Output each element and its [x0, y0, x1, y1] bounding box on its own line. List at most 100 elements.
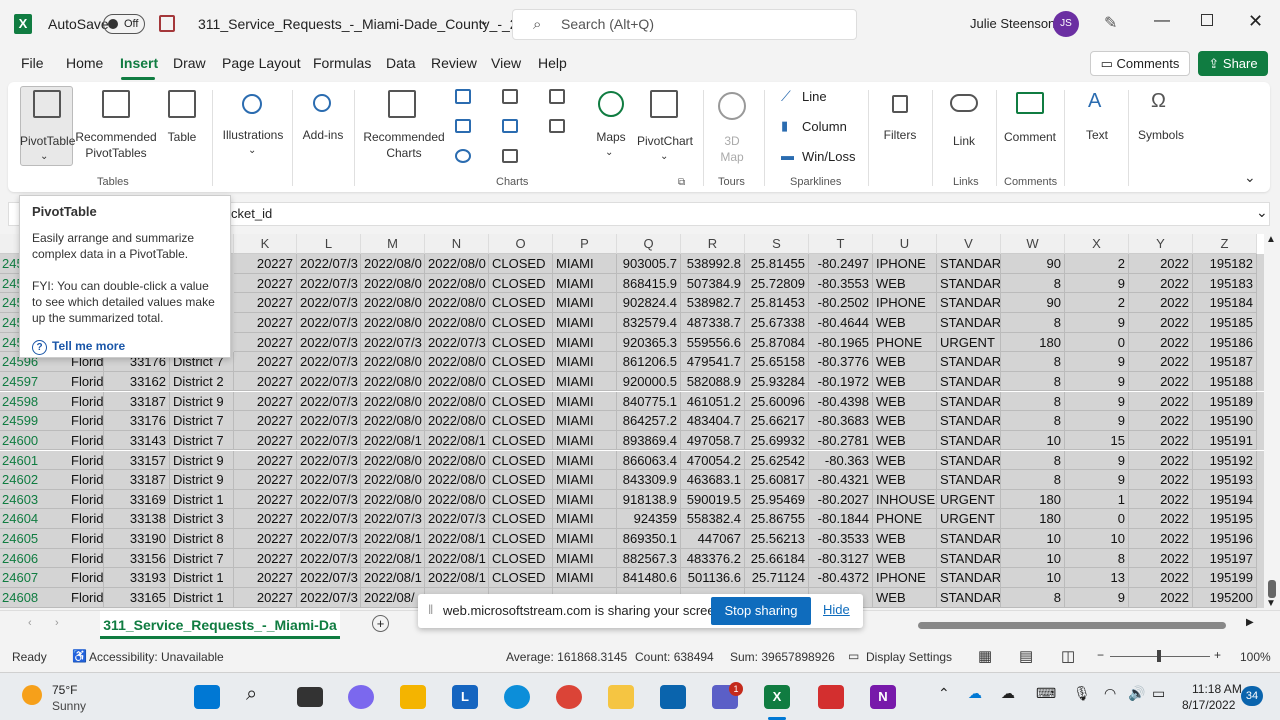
cell[interactable]: 9: [1065, 450, 1129, 471]
cell[interactable]: 33156: [104, 548, 170, 569]
row-number[interactable]: 24597: [0, 371, 68, 392]
cell[interactable]: WEB: [873, 391, 937, 412]
cell[interactable]: 2022/07/3: [297, 273, 361, 294]
cell[interactable]: URGENT: [937, 489, 1001, 510]
tab-draw[interactable]: Draw: [173, 55, 206, 71]
clock-date[interactable]: 8/17/2022: [1182, 698, 1235, 712]
sparkline-column-button[interactable]: Column: [802, 119, 847, 134]
cell[interactable]: 25.93284: [745, 371, 809, 392]
zoom-out-icon[interactable]: −: [1097, 648, 1104, 662]
filters-button[interactable]: Filters: [876, 127, 924, 143]
comment-button[interactable]: Comment: [1000, 129, 1060, 145]
cell[interactable]: 90: [1001, 254, 1065, 274]
cell[interactable]: 2022/08/0: [361, 411, 425, 431]
cell[interactable]: 903005.7: [617, 254, 681, 274]
cell[interactable]: 558382.4: [681, 509, 745, 530]
avatar[interactable]: JS: [1053, 11, 1079, 37]
chat-icon[interactable]: [348, 685, 374, 709]
vertical-scrollbar[interactable]: ▲ ▼: [1264, 234, 1280, 610]
cell[interactable]: 2022/08/0: [425, 273, 489, 294]
drag-handle-icon[interactable]: ‖: [428, 602, 433, 617]
file-explorer-icon[interactable]: [400, 685, 426, 709]
statistic-chart-icon[interactable]: [502, 119, 518, 133]
cell[interactable]: 33187: [104, 470, 170, 490]
cell[interactable]: 20227: [234, 312, 297, 333]
cell[interactable]: 195189: [1193, 391, 1257, 412]
column-header[interactable]: Y: [1129, 234, 1193, 254]
cell[interactable]: MIAMI: [553, 332, 617, 353]
cell[interactable]: 20227: [234, 509, 297, 530]
tab-data[interactable]: Data: [386, 55, 416, 71]
cell[interactable]: 195188: [1193, 371, 1257, 392]
cell[interactable]: 20227: [234, 489, 297, 510]
link-button[interactable]: Link: [944, 133, 984, 149]
cell[interactable]: 195183: [1193, 273, 1257, 294]
column-header[interactable]: N: [425, 234, 489, 254]
symbols-button[interactable]: Symbols: [1134, 127, 1188, 143]
cell[interactable]: WEB: [873, 470, 937, 490]
sheet-tab-active[interactable]: 311_Service_Requests_-_Miami-Da: [100, 611, 340, 639]
table-row[interactable]: 24604Florida33138District 3202272022/07/…: [0, 509, 1264, 530]
cell[interactable]: District 3: [170, 509, 234, 530]
cell[interactable]: 2022/07/3: [361, 509, 425, 530]
recommended-charts-button[interactable]: Recommended Charts: [360, 129, 448, 161]
cell[interactable]: 2022: [1129, 489, 1193, 510]
cell[interactable]: 832579.4: [617, 312, 681, 333]
formula-input[interactable]: cket_id: [231, 206, 272, 221]
cell[interactable]: District 9: [170, 470, 234, 490]
cell[interactable]: 2022/08/0: [361, 312, 425, 333]
cell[interactable]: 882567.3: [617, 548, 681, 569]
cloud-icon[interactable]: ☁: [1001, 685, 1015, 702]
status-sum[interactable]: Sum: 39657898926: [730, 650, 835, 664]
cell[interactable]: -80.4644: [809, 312, 873, 333]
cell[interactable]: District 1: [170, 568, 234, 588]
cell[interactable]: -80.4398: [809, 391, 873, 412]
cell[interactable]: 1: [1065, 489, 1129, 510]
sparkline-line-button[interactable]: Line: [802, 89, 827, 104]
cell[interactable]: 90: [1001, 293, 1065, 313]
cell[interactable]: STANDARD: [937, 450, 1001, 471]
cell[interactable]: STANDARD: [937, 470, 1001, 490]
cell[interactable]: 25.81453: [745, 293, 809, 313]
cell[interactable]: WEB: [873, 411, 937, 431]
cell[interactable]: STANDARD: [937, 371, 1001, 392]
cell[interactable]: 8: [1001, 588, 1065, 608]
cell[interactable]: CLOSED: [489, 548, 553, 569]
row-number[interactable]: 24604: [0, 509, 68, 530]
microphone-icon[interactable]: 🎙: [1073, 685, 1091, 702]
cell[interactable]: Florida: [68, 411, 104, 431]
cell[interactable]: 2022/07/3: [297, 509, 361, 530]
cell[interactable]: 25.95469: [745, 489, 809, 510]
cell[interactable]: 2022/08/1: [361, 568, 425, 588]
notes-app-icon[interactable]: [608, 685, 634, 709]
cell[interactable]: 25.60096: [745, 391, 809, 412]
cell[interactable]: 2022: [1129, 430, 1193, 451]
cell[interactable]: 25.72809: [745, 273, 809, 294]
prev-sheet-icon[interactable]: ‹: [28, 617, 32, 629]
pivotchart-button[interactable]: PivotChart: [634, 133, 696, 149]
cell[interactable]: -80.3127: [809, 548, 873, 569]
cell[interactable]: 2022: [1129, 548, 1193, 569]
search-icon[interactable]: ⌕: [246, 683, 257, 706]
cell[interactable]: 861206.5: [617, 352, 681, 372]
cell[interactable]: 195187: [1193, 352, 1257, 372]
cell[interactable]: 2022/08/0: [361, 254, 425, 274]
cell[interactable]: 33138: [104, 509, 170, 530]
cell[interactable]: 2022/07/3: [297, 470, 361, 490]
cell[interactable]: 559556.6: [681, 332, 745, 353]
cell[interactable]: Florida: [68, 470, 104, 490]
status-count[interactable]: Count: 638494: [635, 650, 714, 664]
cell[interactable]: 20227: [234, 332, 297, 353]
cell[interactable]: 2022/08/: [361, 588, 425, 608]
cell[interactable]: 33157: [104, 450, 170, 471]
cell[interactable]: STANDARD: [937, 273, 1001, 294]
cell[interactable]: 10: [1001, 568, 1065, 588]
cell[interactable]: 20227: [234, 352, 297, 372]
cell[interactable]: WEB: [873, 371, 937, 392]
cell[interactable]: 2022/08/0: [361, 391, 425, 412]
addins-button[interactable]: Add-ins: [302, 127, 344, 143]
cell[interactable]: 20227: [234, 470, 297, 490]
cell[interactable]: CLOSED: [489, 293, 553, 313]
pdf-app-icon[interactable]: [818, 685, 844, 709]
cell[interactable]: 20227: [234, 430, 297, 451]
